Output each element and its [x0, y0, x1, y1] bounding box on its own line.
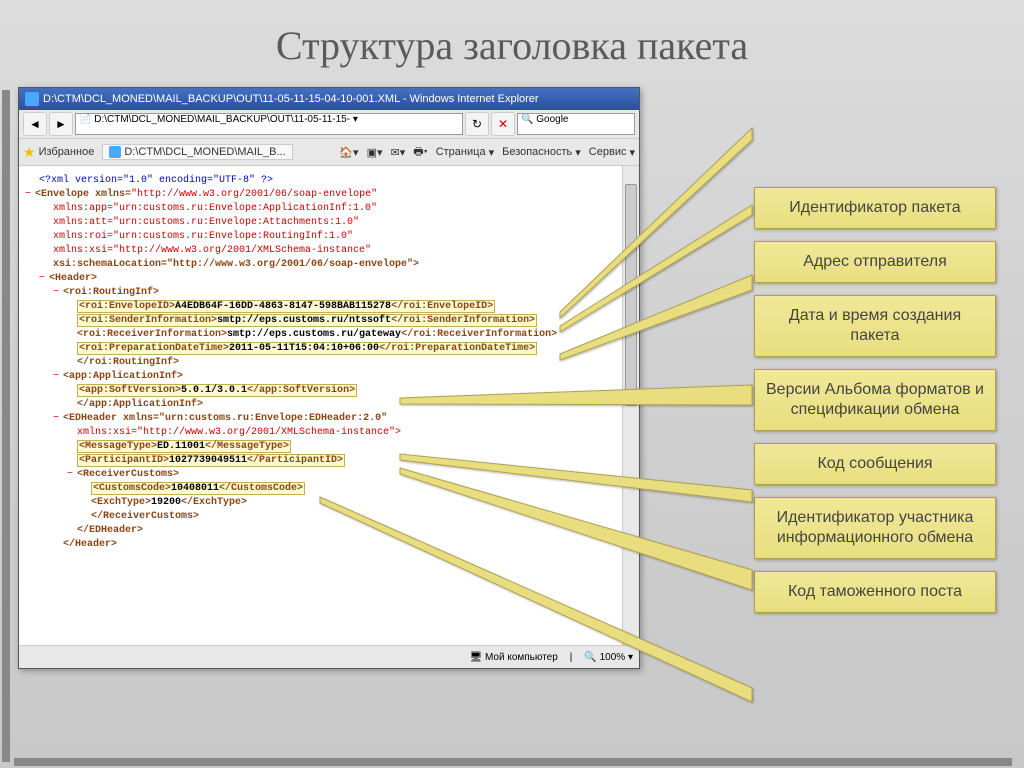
print-button[interactable]: 🖶▾: [413, 143, 427, 162]
messagetype-line: <MessageType>ED.11001</MessageType>: [77, 440, 617, 454]
home-button[interactable]: 🏠▾: [339, 146, 358, 159]
page-menu[interactable]: Страница ▾: [436, 146, 494, 159]
security-menu[interactable]: Безопасность ▾: [502, 146, 581, 159]
service-menu[interactable]: Сервис ▾: [589, 146, 635, 159]
xml-content: <?xml version="1.0" encoding="UTF-8" ?> …: [19, 166, 623, 646]
feeds-button[interactable]: ▣▾: [367, 146, 383, 159]
softversion-line: <app:SoftVersion>5.0.1/3.0.1</app:SoftVe…: [77, 384, 617, 398]
label-creation-datetime: Дата и время создания пакета: [754, 295, 996, 357]
status-zone: 🖥 Мой компьютер: [469, 652, 557, 663]
slide-border-bottom: [14, 758, 1012, 766]
stop-button[interactable]: ✕: [491, 112, 515, 136]
slide-title: Структура заголовка пакета: [0, 0, 1024, 87]
ie-nav-toolbar: ◄ ► 📄 D:\CTM\DCL_MONED\MAIL_BACKUP\OUT\1…: [19, 110, 639, 139]
envelope-id-line: <roi:EnvelopeID>A4EDB64F-16DD-4863-8147-…: [77, 300, 617, 314]
label-participant-id: Идентификатор участника информационного …: [754, 497, 996, 559]
ie-logo-icon: [25, 92, 39, 106]
ie-window: D:\CTM\DCL_MONED\MAIL_BACKUP\OUT\11-05-1…: [18, 87, 640, 669]
label-packet-id: Идентификатор пакета: [754, 187, 996, 229]
star-icon: ★: [23, 144, 36, 161]
ie-logo-icon: [109, 146, 121, 158]
refresh-button[interactable]: ↻: [465, 112, 489, 136]
status-bar: 🖥 Мой компьютер | 🔍 100% ▾: [19, 645, 639, 668]
address-bar[interactable]: 📄 D:\CTM\DCL_MONED\MAIL_BACKUP\OUT\11-05…: [75, 113, 463, 135]
sender-line: <roi:SenderInformation>smtp://eps.custom…: [77, 314, 617, 328]
back-button[interactable]: ◄: [23, 112, 47, 136]
participantid-line: <ParticipantID>1027739049511</Participan…: [77, 454, 617, 468]
vertical-scrollbar[interactable]: [622, 166, 639, 646]
customscode-line: <CustomsCode>10408011</CustomsCode>: [91, 482, 617, 496]
ie-favorites-bar: ★Избранное D:\CTM\DCL_MONED\MAIL_B... 🏠▾…: [19, 139, 639, 166]
favorites-button[interactable]: ★Избранное: [23, 144, 94, 161]
window-title: D:\CTM\DCL_MONED\MAIL_BACKUP\OUT\11-05-1…: [43, 93, 539, 105]
label-customs-post-code: Код таможенного поста: [754, 571, 996, 613]
ie-titlebar: D:\CTM\DCL_MONED\MAIL_BACKUP\OUT\11-05-1…: [19, 88, 639, 110]
zoom-level[interactable]: 🔍 100% ▾: [584, 652, 633, 663]
forward-button[interactable]: ►: [49, 112, 73, 136]
datetime-line: <roi:PreparationDateTime>2011-05-11T15:0…: [77, 342, 617, 356]
search-box[interactable]: 🔍 Google: [517, 113, 635, 135]
label-sender-address: Адрес отправителя: [754, 241, 996, 283]
label-format-versions: Версии Альбома форматов и спецификации о…: [754, 369, 996, 431]
label-message-code: Код сообщения: [754, 443, 996, 485]
mail-button[interactable]: ✉▾: [390, 146, 405, 159]
tab[interactable]: D:\CTM\DCL_MONED\MAIL_B...: [102, 144, 292, 160]
